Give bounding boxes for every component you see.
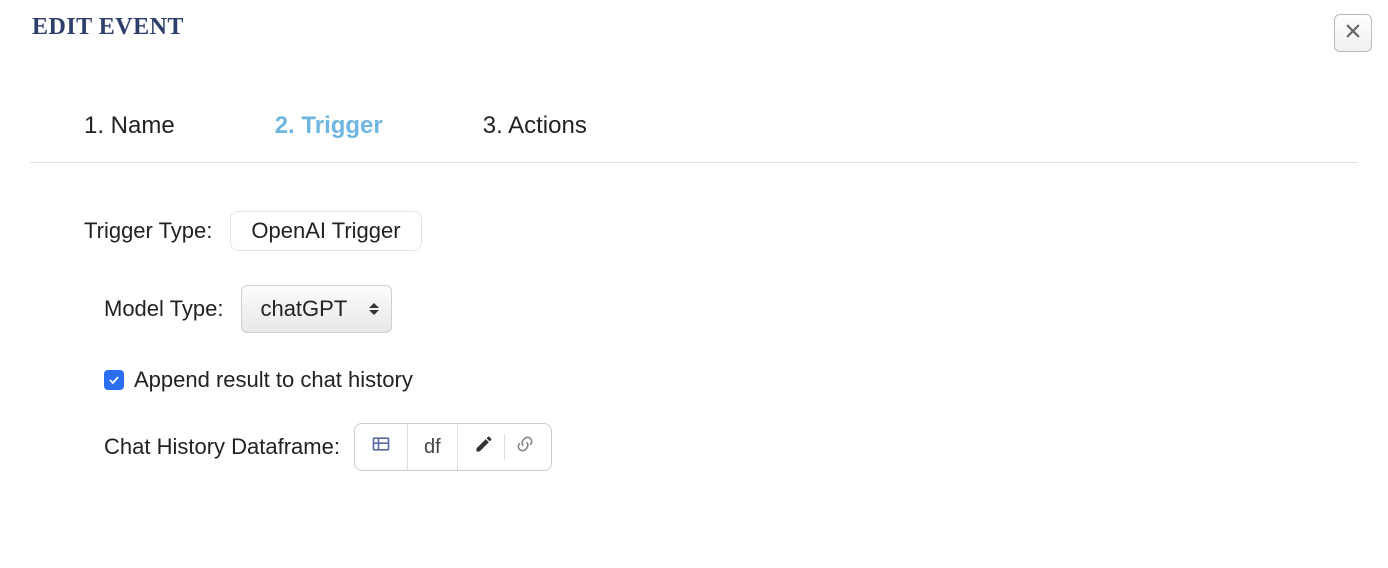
tab-trigger[interactable]: 2. Trigger <box>275 112 383 140</box>
pencil-icon <box>474 437 494 459</box>
check-icon <box>107 367 121 393</box>
tab-name[interactable]: 1. Name <box>84 112 175 140</box>
select-arrows-icon <box>369 303 379 315</box>
df-actions <box>458 424 551 470</box>
tab-actions[interactable]: 3. Actions <box>483 112 587 140</box>
tabs: 1. Name 2. Trigger 3. Actions <box>0 52 1388 162</box>
edit-button[interactable] <box>474 434 494 460</box>
close-button[interactable] <box>1334 14 1372 52</box>
append-result-label: Append result to chat history <box>134 367 413 393</box>
dataframe-button[interactable] <box>355 424 408 470</box>
chat-history-df-label: Chat History Dataframe: <box>104 434 340 460</box>
chat-history-df-group: df <box>354 423 552 471</box>
trigger-type-value[interactable]: OpenAI Trigger <box>230 211 421 251</box>
dataframe-icon <box>371 434 391 460</box>
page-title: EDIT EVENT <box>32 14 184 41</box>
chat-history-df-value: df <box>408 424 458 470</box>
append-result-checkbox[interactable] <box>104 370 124 390</box>
model-type-value: chatGPT <box>260 296 347 322</box>
link-icon <box>515 437 535 459</box>
link-button[interactable] <box>515 434 535 460</box>
model-type-select[interactable]: chatGPT <box>241 285 392 333</box>
model-type-label: Model Type: <box>104 296 223 322</box>
trigger-type-label: Trigger Type: <box>84 218 212 244</box>
separator <box>504 434 505 460</box>
close-icon <box>1344 20 1362 46</box>
